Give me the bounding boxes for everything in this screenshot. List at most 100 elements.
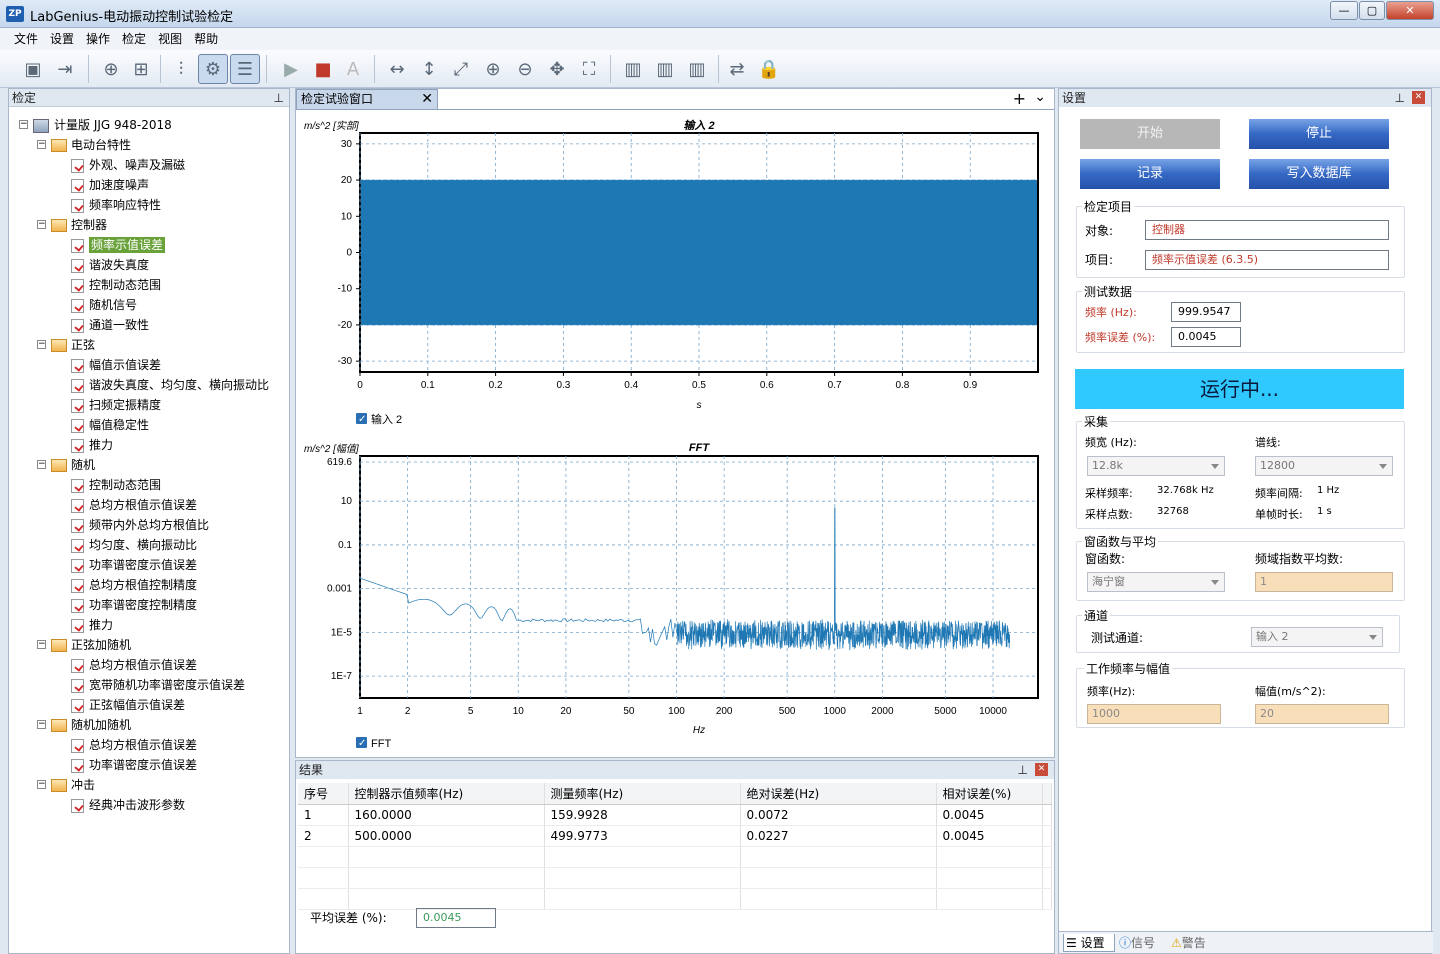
lines-dropdown[interactable]: 12800 [1255,456,1393,476]
tree-item[interactable]: 频率响应特性 [71,195,161,215]
close-tab-icon[interactable]: ✕ [421,90,433,109]
collapse-icon[interactable]: − [37,220,46,229]
avg-count-field[interactable]: 1 [1255,572,1393,592]
close-icon[interactable]: ✕ [1412,91,1425,104]
tree-item[interactable]: 控制动态范围 [71,475,161,495]
tree-item[interactable]: 正弦幅值示值误差 [71,695,185,715]
tree-item[interactable]: 推力 [71,435,113,455]
bandwidth-dropdown[interactable]: 12.8k [1087,456,1225,476]
start-button[interactable]: 开始 [1080,119,1220,149]
tree-group[interactable]: − 随机 [37,455,95,475]
work-amp-field[interactable]: 20 [1255,704,1389,724]
grid-1-icon[interactable]: ▥ [618,54,648,84]
tree-group[interactable]: − 电动台特性 [37,135,131,155]
collapse-icon[interactable]: − [37,460,46,469]
tree-group[interactable]: − 冲击 [37,775,95,795]
column-header[interactable]: 序号 [298,783,349,805]
zoom-in-icon[interactable]: ⊕ [478,54,508,84]
menu-operate[interactable]: 操作 [80,28,116,50]
play-icon[interactable]: ▶ [276,54,306,84]
tree-item[interactable]: 频率示值误差 [71,235,166,255]
tree-item[interactable]: 总均方根值示值误差 [71,495,197,515]
tree-item[interactable]: 幅值稳定性 [71,415,149,435]
tree-item[interactable]: 通道一致性 [71,315,149,335]
pin-icon[interactable]: ⊥ [1395,89,1405,107]
tree-group[interactable]: − 正弦加随机 [37,635,131,655]
collapse-icon[interactable]: − [37,340,46,349]
fit-y-icon[interactable]: ↕ [414,54,444,84]
tab-settings[interactable]: ☰ 设置 [1063,934,1115,952]
table-row[interactable] [298,846,1052,868]
collapse-icon[interactable]: − [37,140,46,149]
tree-group[interactable]: − 控制器 [37,215,107,235]
tree-item[interactable]: 功率谱密度示值误差 [71,755,197,775]
tree-item[interactable]: 宽带随机功率谱密度示值误差 [71,675,245,695]
table-row[interactable] [298,867,1052,889]
tree-item[interactable]: 经典冲击波形参数 [71,795,185,815]
column-header[interactable]: 控制器示值频率(Hz) [348,783,545,805]
pin-icon[interactable]: ⊥ [1018,761,1028,779]
column-header[interactable]: 绝对误差(Hz) [740,783,937,805]
stop-icon[interactable]: ■ [308,54,338,84]
save-icon[interactable]: ▣ [18,54,48,84]
tree-item[interactable]: 总均方根值示值误差 [71,655,197,675]
grid-2-icon[interactable]: ▥ [650,54,680,84]
tree-item[interactable]: 谐波失真度、均匀度、横向振动比 [71,375,269,395]
collapse-icon[interactable]: − [37,640,46,649]
write-db-button[interactable]: 写入数据库 [1249,159,1389,189]
tree-item[interactable]: 加速度噪声 [71,175,149,195]
work-freq-field[interactable]: 1000 [1087,704,1221,724]
table-row[interactable]: 1 160.0000 159.9928 0.0072 0.0045 [298,804,1052,826]
tree-item[interactable]: 总均方根值示值误差 [71,735,197,755]
record-button[interactable]: 记录 [1080,159,1220,189]
tree-item[interactable]: 总均方根值控制精度 [71,575,197,595]
tab-signal[interactable]: ⓘ信号 [1117,934,1155,952]
pin-icon[interactable]: ⊥ [274,89,284,107]
hardware-icon[interactable]: ⊞ [126,54,156,84]
minimize-button[interactable]: — [1330,1,1358,20]
tree-item[interactable]: 功率谱密度控制精度 [71,595,197,615]
close-button[interactable]: ✕ [1386,1,1434,20]
tab-warning[interactable]: ⚠警告 [1169,934,1206,952]
tree-group[interactable]: − 随机加随机 [37,715,131,735]
collapse-icon[interactable]: − [37,720,46,729]
fit-x-icon[interactable]: ↔ [382,54,412,84]
tree-item[interactable]: 推力 [71,615,113,635]
tree-item[interactable]: 控制动态范围 [71,275,161,295]
collapse-icon[interactable]: − [37,780,46,789]
column-header[interactable]: 测量频率(Hz) [544,783,741,805]
spectrum-icon[interactable]: ⫶ [166,54,196,84]
tree-item[interactable]: 扫频定振精度 [71,395,161,415]
tab-test-window[interactable]: 检定试验窗口 ✕ [296,89,438,109]
globe-icon[interactable]: ⊕ [96,54,126,84]
window-dropdown[interactable]: 海宁窗 [1087,572,1225,592]
close-icon[interactable]: ✕ [1035,763,1048,776]
pan-icon[interactable]: ✥ [542,54,572,84]
tree-item[interactable]: 均匀度、横向振动比 [71,535,197,555]
menu-settings[interactable]: 设置 [44,28,80,50]
channel-dropdown[interactable]: 输入 2 [1251,627,1383,647]
tree-item[interactable]: 频带内外总均方根值比 [71,515,209,535]
menu-help[interactable]: 帮助 [188,28,224,50]
tree-root[interactable]: − 计量版 JJG 948-2018 [19,115,172,135]
list-icon[interactable]: ☰ [230,54,260,84]
tree-item[interactable]: 幅值示值误差 [71,355,161,375]
stop-button[interactable]: 停止 [1249,119,1389,149]
tree-item[interactable]: 谐波失真度 [71,255,149,275]
tree-group[interactable]: − 正弦 [37,335,95,355]
tree-item[interactable]: 外观、噪声及漏磁 [71,155,185,175]
table-row[interactable]: 2 500.0000 499.9773 0.0227 0.0045 [298,825,1052,847]
gear-icon[interactable]: ⚙ [198,54,228,84]
grid-3-icon[interactable]: ▥ [682,54,712,84]
collapse-icon[interactable]: − [19,120,28,129]
lock-icon[interactable]: 🔒 [754,54,784,84]
tree-item[interactable]: 功率谱密度示值误差 [71,555,197,575]
menu-verify[interactable]: 检定 [116,28,152,50]
zoom-out-icon[interactable]: ⊖ [510,54,540,84]
tree-item[interactable]: 随机信号 [71,295,137,315]
add-tab-icon[interactable]: + [1013,89,1026,108]
fit-diag-icon[interactable]: ⤢ [446,54,476,84]
column-header[interactable]: 相对误差(%) [936,783,1043,805]
exit-icon[interactable]: ⇥ [50,54,80,84]
text-icon[interactable]: A [338,54,368,84]
